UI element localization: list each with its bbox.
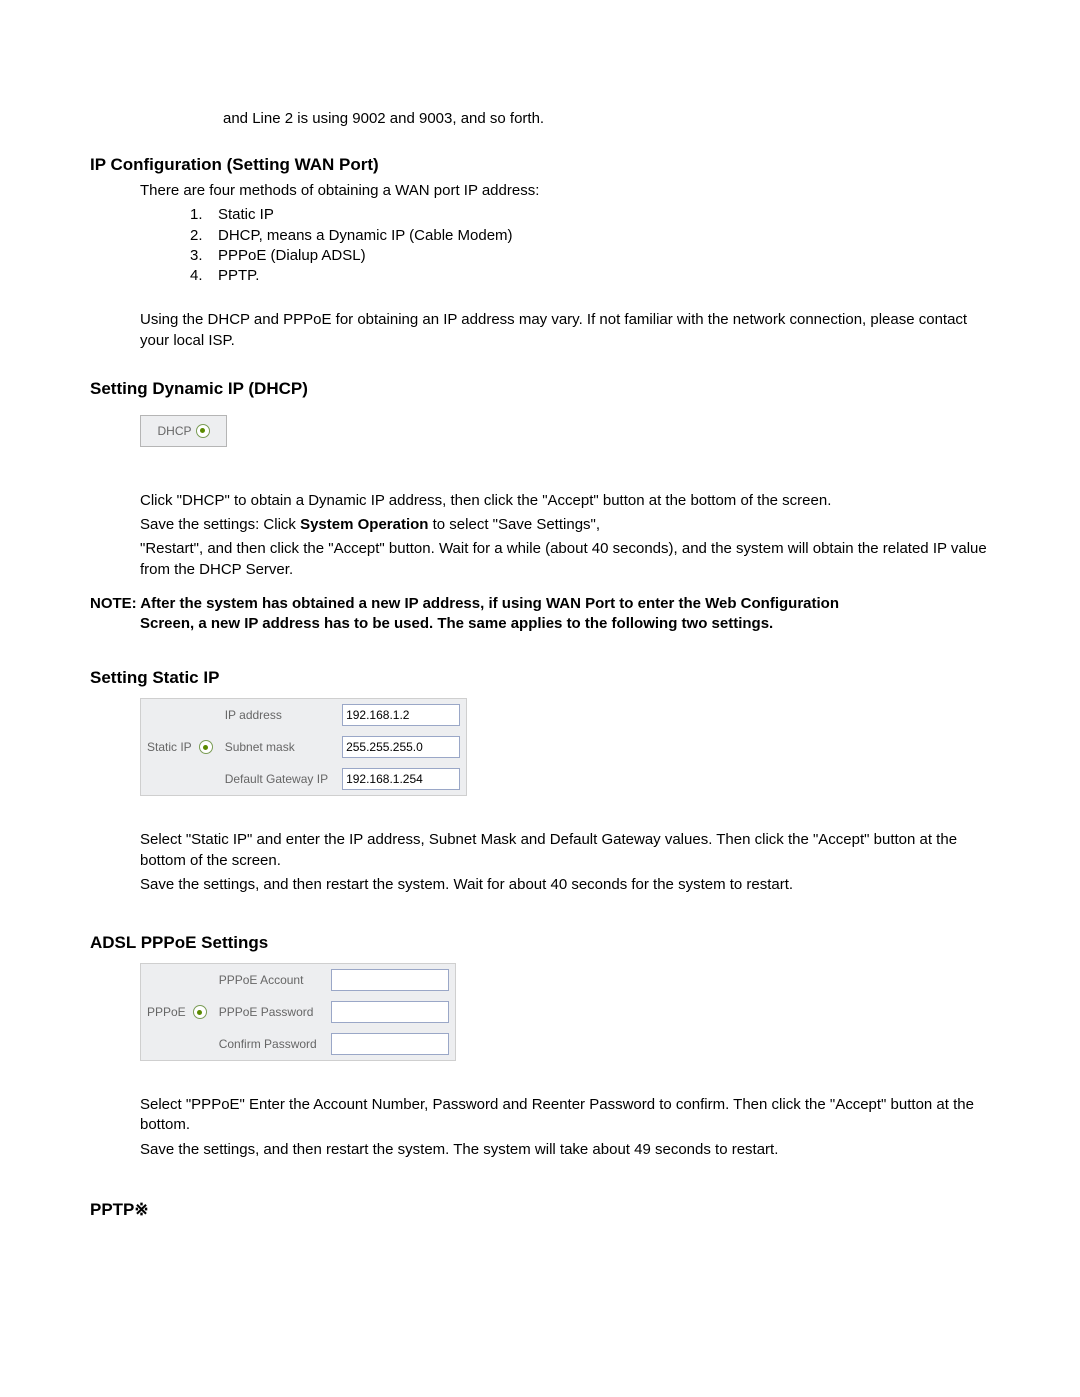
method-list: 1.Static IP 2.DHCP, means a Dynamic IP (… bbox=[190, 205, 990, 286]
dhcp-note: NOTE: After the system has obtained a ne… bbox=[90, 594, 990, 635]
pppoe-password-input[interactable] bbox=[331, 1001, 449, 1023]
dhcp-radio-label: DHCP bbox=[157, 424, 191, 438]
list-item-text: PPTP. bbox=[218, 267, 259, 284]
continuation-line: and Line 2 is using 9002 and 9003, and s… bbox=[223, 110, 990, 127]
static-para2: Save the settings, and then restart the … bbox=[140, 875, 990, 895]
dhcp-para1b: Save the settings: Click System Operatio… bbox=[140, 515, 990, 535]
dhcp-radio-screenshot: DHCP bbox=[140, 415, 227, 447]
note-line: Screen, a new IP address has to be used.… bbox=[140, 614, 990, 634]
radio-label-pppoe: PPPoE bbox=[147, 1005, 186, 1019]
static-para1: Select "Static IP" and enter the IP addr… bbox=[140, 830, 990, 871]
list-item: 3.PPPoE (Dialup ADSL) bbox=[190, 246, 990, 266]
radio-icon bbox=[196, 424, 210, 438]
pppoe-para2: Save the settings, and then restart the … bbox=[140, 1140, 990, 1160]
text-span: Save the settings: Click bbox=[140, 516, 300, 533]
list-item-text: Static IP bbox=[218, 206, 274, 223]
dhcp-para1a: Click "DHCP" to obtain a Dynamic IP addr… bbox=[140, 491, 990, 511]
static-ip-table: IP address Static IP Subnet mask Default… bbox=[140, 698, 467, 796]
text-span: to select "Save Settings", bbox=[428, 516, 600, 533]
radio-icon bbox=[193, 1005, 207, 1019]
default-gateway-input[interactable] bbox=[342, 768, 460, 790]
heading-ip-configuration: IP Configuration (Setting WAN Port) bbox=[90, 155, 990, 175]
heading-pptp: PPTP※ bbox=[90, 1200, 990, 1220]
row-label: IP address bbox=[219, 699, 336, 732]
ip-config-intro: There are four methods of obtaining a WA… bbox=[140, 181, 990, 201]
list-item: 2.DHCP, means a Dynamic IP (Cable Modem) bbox=[190, 226, 990, 246]
ip-address-input[interactable] bbox=[342, 704, 460, 726]
row-label: PPPoE Password bbox=[213, 996, 325, 1028]
list-item-text: PPPoE (Dialup ADSL) bbox=[218, 247, 366, 264]
list-item: 1.Static IP bbox=[190, 205, 990, 225]
subnet-mask-input[interactable] bbox=[342, 736, 460, 758]
list-item-text: DHCP, means a Dynamic IP (Cable Modem) bbox=[218, 227, 513, 244]
pppoe-table: PPPoE Account PPPoE PPPoE Password Confi… bbox=[140, 963, 456, 1061]
dhcp-para1c: "Restart", and then click the "Accept" b… bbox=[140, 539, 990, 580]
pppoe-account-input[interactable] bbox=[331, 969, 449, 991]
bold-span: System Operation bbox=[300, 516, 428, 533]
heading-pppoe: ADSL PPPoE Settings bbox=[90, 933, 990, 953]
radio-icon bbox=[199, 740, 213, 754]
pppoe-para1: Select "PPPoE" Enter the Account Number,… bbox=[140, 1095, 990, 1136]
row-label: Confirm Password bbox=[213, 1028, 325, 1061]
row-label: Subnet mask bbox=[219, 731, 336, 763]
radio-label-static: Static IP bbox=[147, 740, 192, 754]
heading-dhcp: Setting Dynamic IP (DHCP) bbox=[90, 379, 990, 399]
note-line: NOTE: After the system has obtained a ne… bbox=[90, 595, 839, 612]
pppoe-confirm-password-input[interactable] bbox=[331, 1033, 449, 1055]
row-label: Default Gateway IP bbox=[219, 763, 336, 796]
heading-static-ip: Setting Static IP bbox=[90, 668, 990, 688]
row-label: PPPoE Account bbox=[213, 964, 325, 997]
list-item: 4.PPTP. bbox=[190, 266, 990, 286]
ip-config-para2: Using the DHCP and PPPoE for obtaining a… bbox=[140, 310, 990, 351]
